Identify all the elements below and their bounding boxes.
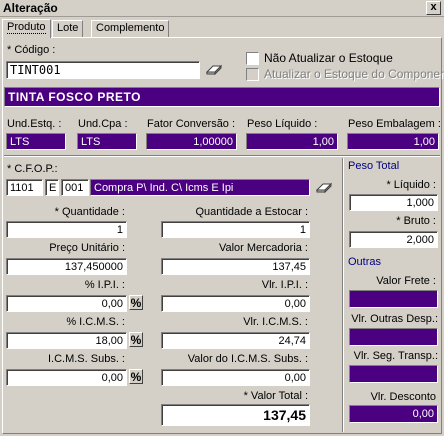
close-button[interactable]: x [426, 1, 441, 15]
peso-embalagem-field: 1,00 [347, 133, 439, 150]
tab-complemento-label: Complemento [96, 22, 165, 34]
quantidade-input[interactable]: 1 [6, 221, 127, 238]
valor-total-label: * Valor Total : [243, 390, 308, 402]
desconto-label: Vlr. Desconto [370, 391, 436, 403]
icms-subs-pct-button[interactable]: % [129, 369, 143, 384]
quantidade-estocar-label: Quantidade a Estocar : [195, 206, 308, 218]
outras-desp-label: Vlr. Outras Desp.: [351, 313, 438, 325]
und-estq-field: LTS [6, 133, 66, 150]
outras-desp-field [349, 328, 438, 346]
cfop-description: Compra P\ Ind. C\ Icms E Ipi [90, 179, 310, 196]
tab-produto-label: Produto [7, 21, 46, 34]
icms-subs-input[interactable]: 0,00 [6, 369, 127, 386]
pct-icms-label: % I.C.M.S. : [66, 316, 125, 328]
tab-produto[interactable]: Produto [2, 19, 51, 38]
quantidade-estocar-input[interactable]: 1 [161, 221, 310, 238]
tab-lote[interactable]: Lote [52, 20, 84, 37]
title-bar: Alteração x [0, 0, 444, 17]
valor-icms-subs-label: Valor do I.C.M.S. Subs. : [187, 353, 308, 365]
fator-conversao-field: 1,00000 [146, 133, 237, 150]
peso-embalagem-label: Peso Embalagem : [348, 118, 441, 130]
cfop-label: * C.F.O.P.: [7, 163, 58, 175]
preco-unitario-input[interactable]: 137,450000 [6, 258, 127, 275]
tab-lote-label: Lote [57, 22, 79, 34]
separator [4, 155, 440, 157]
icms-subs-label: I.C.M.S. Subs. : [47, 353, 125, 365]
eraser-icon[interactable] [205, 64, 223, 79]
seg-transp-field [349, 365, 438, 383]
tab-complemento[interactable]: Complemento [91, 20, 170, 37]
peso-liquido-field: 1,00 [246, 133, 338, 150]
und-cpa-label: Und.Cpa : [78, 118, 128, 130]
preco-unitario-label: Preço Unitário : [49, 242, 125, 254]
cfop-seq-input[interactable]: 001 [61, 179, 89, 196]
pct-icms-button[interactable]: % [129, 332, 143, 347]
peso-liquido-total-input[interactable]: 1,000 [349, 194, 438, 211]
pct-ipi-input[interactable]: 0,00 [6, 295, 127, 312]
peso-liquido-total-label: * Líquido : [386, 179, 436, 191]
vertical-separator [342, 158, 344, 432]
cfop-code-input[interactable]: 1101 [6, 179, 43, 196]
atualizar-componente-label: Atualizar o Estoque do Componente [264, 67, 444, 81]
peso-total-header: Peso Total [348, 160, 400, 172]
fator-conversao-label: Fator Conversão : [147, 118, 236, 130]
valor-icms-subs-input[interactable]: 0,00 [161, 369, 310, 386]
close-icon: x [430, 1, 437, 13]
window-title: Alteração [3, 1, 58, 15]
codigo-input[interactable]: TINT001 [6, 61, 200, 79]
peso-liquido-label: Peso Líquido : [247, 118, 318, 130]
nao-atualizar-label: Não Atualizar o Estoque [264, 51, 393, 65]
pct-icms-input[interactable]: 18,00 [6, 332, 127, 349]
valor-mercadoria-label: Valor Mercadoria : [218, 242, 308, 254]
peso-bruto-label: * Bruto : [396, 215, 436, 227]
valor-mercadoria-input[interactable]: 137,45 [161, 258, 310, 275]
product-description: TINTA FOSCO PRETO [4, 87, 440, 107]
pct-ipi-label: % I.P.I. : [84, 279, 125, 291]
seg-transp-label: Vlr. Seg. Transp.: [353, 350, 438, 362]
eraser-icon[interactable] [315, 182, 333, 197]
atualizar-componente-checkbox[interactable] [246, 68, 259, 81]
nao-atualizar-checkbox[interactable] [246, 52, 259, 65]
desconto-field: 0,00 [349, 405, 438, 423]
vlr-icms-input[interactable]: 24,74 [161, 332, 310, 349]
vlr-ipi-label: Vlr. I.P.I. : [261, 279, 308, 291]
quantidade-label: * Quantidade : [54, 206, 125, 218]
valor-total-input[interactable]: 137,45 [161, 404, 310, 426]
vlr-ipi-input[interactable]: 0,00 [161, 295, 310, 312]
valor-frete-label: Valor Frete : [376, 275, 436, 287]
valor-frete-field [349, 290, 438, 308]
und-estq-label: Und.Estq. : [7, 118, 62, 130]
und-cpa-field: LTS [77, 133, 137, 150]
pct-ipi-button[interactable]: % [129, 295, 143, 310]
peso-bruto-input[interactable]: 2,000 [349, 231, 438, 248]
cfop-letter-input[interactable]: E [45, 179, 59, 196]
outras-header: Outras [348, 256, 382, 268]
codigo-label: * Código : [7, 44, 56, 56]
vlr-icms-label: Vlr. I.C.M.S. : [243, 316, 308, 328]
